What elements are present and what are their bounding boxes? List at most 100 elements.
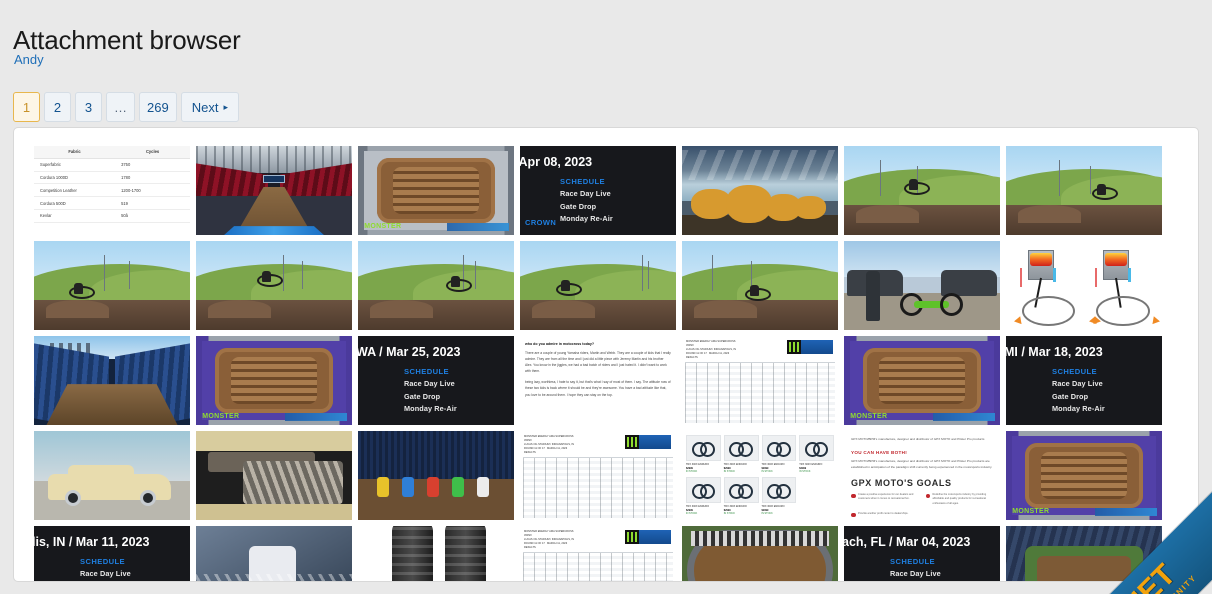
product-card[interactable]: TRX 300X ENDURO $2999 IN STOCK [686, 435, 721, 474]
engine-piston-diagram[interactable] [1006, 241, 1162, 330]
roost-action-photo[interactable] [196, 526, 352, 582]
results-sheet: MONSTER ENERGY AMA SUPERCROSS450SXLUCAS … [520, 526, 676, 582]
interview-article-page[interactable]: who do you admire in motocross today? Th… [520, 336, 676, 425]
marketing-page: GPX MOTO/BPM's manufacture, designer and… [844, 431, 1000, 520]
schedule-card-mar-11[interactable]: lis, IN / Mar 11, 2023 SCHEDULETIME Race… [34, 526, 190, 582]
product-thumbnail [762, 435, 797, 461]
fabric-table-row: Superfabric3750 [34, 158, 190, 171]
marketing-body: GPX MOTO/BPM's manufacture, designer and… [851, 459, 993, 471]
track-map-render-purple-1[interactable]: MONSTER [196, 336, 352, 425]
breadcrumb-user-andy[interactable]: Andy [14, 52, 44, 67]
product-card[interactable]: TRX 300X ENDURO $2999 IN STOCK [799, 435, 834, 474]
motocross-jump-photo-4[interactable] [358, 241, 514, 330]
schedule-table: SCHEDULETIME Race Day Live1:3Gate Drop7 … [80, 557, 190, 582]
product-card[interactable]: TRX 300X ENDURO $2999 IN STOCK [686, 477, 721, 516]
supercross-logo [801, 340, 834, 354]
daytona-track-photo[interactable]: DAYTONA [682, 526, 838, 582]
schedule-row: Race Day Live1 [890, 569, 1000, 578]
pit-area-van-bike-photo[interactable] [844, 241, 1000, 330]
supercross-track-map-render[interactable]: MONSTER [358, 146, 514, 235]
race-results-sheet-1[interactable]: MONSTER ENERGY AMA SUPERCROSS450SXLUCAS … [682, 336, 838, 425]
chevron-right-icon: ▸ [223, 103, 228, 112]
motocross-jump-photo-3[interactable] [34, 241, 190, 330]
fabric-durability-table[interactable]: FabricCycles Superfabric3750Cordura 1000… [34, 146, 190, 235]
schedule-table: SCHEDULETIME Race Day Live1:30 PGate Dro… [1052, 367, 1162, 417]
pagination: 1 2 3 … 269 Next ▸ [13, 92, 239, 122]
schedule-card-title: MI / Mar 18, 2023 [1006, 345, 1103, 359]
fabric-table-row: Cordura 500D519 [34, 197, 190, 210]
schedule-card-title: lis, IN / Mar 11, 2023 [34, 535, 149, 549]
schedule-header-label: SCHEDULE [1052, 367, 1097, 376]
schedule-header-label: SCHEDULE [404, 367, 449, 376]
schedule-card-mar-18[interactable]: MI / Mar 18, 2023 SCHEDULETIME Race Day … [1006, 336, 1162, 425]
start-gate-race-photo[interactable] [358, 431, 514, 520]
supercross-stadium-photo[interactable] [196, 146, 352, 235]
schedule-header-label: SCHEDULE [80, 557, 125, 566]
page-button-1[interactable]: 1 [13, 92, 40, 122]
product-thumbnail [686, 477, 721, 503]
product-card[interactable]: TRX 300X ENDURO $2999 IN STOCK [762, 477, 797, 516]
monster-logo [625, 530, 639, 544]
product-card[interactable]: TRX 300X ENDURO $2999 IN STOCK [724, 477, 759, 516]
race-results-sheet-2[interactable]: MONSTER ENERGY AMA SUPERCROSS450SXLUCAS … [520, 431, 676, 520]
engine-bay-photo[interactable] [196, 431, 352, 520]
fabric-table: FabricCycles Superfabric3750Cordura 1000… [34, 146, 190, 235]
classic-car-photo[interactable] [34, 431, 190, 520]
attachment-grid-panel: FabricCycles Superfabric3750Cordura 1000… [13, 127, 1199, 582]
product-card[interactable]: TRX 300X ENDURO $2999 IN STOCK [762, 435, 797, 474]
gpx-moto-goals-page[interactable]: GPX MOTO/BPM's manufacture, designer and… [844, 431, 1000, 520]
page-button-269[interactable]: 269 [139, 92, 177, 122]
schedule-row: Race Day Live [560, 189, 676, 198]
supercross-logo [639, 435, 672, 449]
motocross-berm-photo-1[interactable] [196, 241, 352, 330]
product-thumbnail [686, 435, 721, 461]
monster-logo [625, 435, 639, 449]
track-map-render-purple-2[interactable]: MONSTER [844, 336, 1000, 425]
next-page-button[interactable]: Next ▸ [181, 92, 239, 122]
motocross-wheelie-photo[interactable] [682, 241, 838, 330]
motocross-two-riders-photo[interactable] [520, 241, 676, 330]
page-ellipsis: … [106, 92, 135, 122]
boulders-sunset-photo[interactable] [682, 146, 838, 235]
schedule-card-mar-04[interactable]: ach, FL / Mar 04, 2023 SCHEDULETIME Race… [844, 526, 1000, 582]
schedule-card-mar-25[interactable]: WA / Mar 25, 2023 SCHEDULETIME Race Day … [358, 336, 514, 425]
next-page-label: Next [192, 100, 219, 115]
schedule-header-label: SCHEDULE [560, 177, 605, 186]
product-thumbnail [724, 477, 759, 503]
page-button-2[interactable]: 2 [44, 92, 71, 122]
schedule-card-apr-08[interactable]: / Apr 08, 2023 SCHEDULETIME Race Day Liv… [520, 146, 676, 235]
schedule-table: SCHEDULETIME Race Day Live4:30Gate Drop1… [404, 367, 514, 417]
track-map-render-purple-3[interactable]: MONSTER [1006, 431, 1162, 520]
marketing-headline: YOU CAN HAVE BOTH! [851, 450, 993, 455]
schedule-card-title: / Apr 08, 2023 [520, 155, 592, 169]
schedule-card-title: ach, FL / Mar 04, 2023 [844, 535, 970, 549]
crown-logo-text: CROWN [525, 218, 556, 227]
product-catalogue-page[interactable]: TRX 300X ENDURO $2999 IN STOCK TRX 300X … [682, 431, 838, 520]
schedule-row: Gate Drop2 [890, 582, 1000, 583]
goals-title: GPX MOTO'S GOALS [851, 478, 993, 488]
article-question: who do you admire in motocross today? [525, 342, 671, 346]
results-sheet: MONSTER ENERGY AMA SUPERCROSS450SXLUCAS … [520, 431, 676, 520]
motocross-jump-photo-1[interactable] [844, 146, 1000, 235]
dual-sport-tyre-photo[interactable] [358, 526, 514, 582]
schedule-table: SCHEDULETIME Race Day LiveGate DropMonda… [560, 177, 676, 227]
attachment-browser-page: Attachment browser Andy 1 2 3 … 269 Next… [0, 0, 1212, 594]
product-card[interactable]: TRX 300X ENDURO $2999 IN STOCK [724, 435, 759, 474]
schedule-row: Gate Drop7 PM E [1052, 392, 1162, 401]
page-title: Attachment browser [13, 23, 241, 57]
fabric-table-header: Fabric [34, 146, 115, 158]
results-rows [523, 552, 673, 582]
product-thumbnail [799, 435, 834, 461]
motocross-jump-photo-2[interactable] [1006, 146, 1162, 235]
race-results-sheet-3[interactable]: MONSTER ENERGY AMA SUPERCROSS450SXLUCAS … [520, 526, 676, 582]
schedule-row: Monday Re-Air1 A [404, 404, 514, 413]
schedule-header-label: SCHEDULE [890, 557, 935, 566]
results-rows [685, 362, 835, 423]
overhead-stadium-photo[interactable] [1006, 526, 1162, 582]
page-button-3[interactable]: 3 [75, 92, 102, 122]
article-paragraph: There are a couple of young Yamaha rider… [525, 350, 671, 374]
product-thumbnail [762, 477, 797, 503]
seattle-stadium-photo[interactable] [34, 336, 190, 425]
schedule-row: Monday Re-Air [560, 214, 676, 223]
fabric-table-row: Competition Leather1200-1700 [34, 184, 190, 197]
